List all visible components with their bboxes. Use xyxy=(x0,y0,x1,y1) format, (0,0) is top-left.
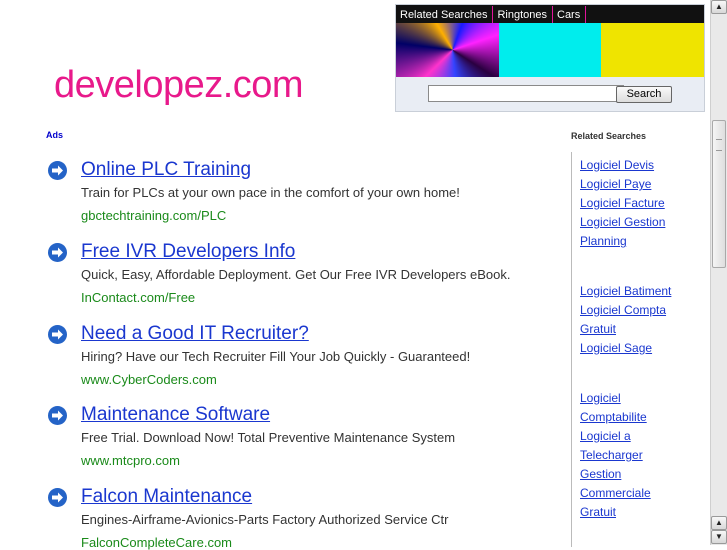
ad-title-link[interactable]: Online PLC Training xyxy=(81,159,251,181)
ad-description: Engines-Airframe-Avionics-Parts Factory … xyxy=(81,512,449,527)
related-link[interactable]: Logiciel Devis xyxy=(580,156,665,175)
site-logo[interactable]: developez.com xyxy=(54,64,304,107)
arrow-right-circle-icon[interactable] xyxy=(48,325,67,344)
related-link[interactable]: Logiciel a xyxy=(580,427,651,446)
related-link[interactable]: Logiciel Compta xyxy=(580,301,671,320)
related-link[interactable]: Gestion xyxy=(580,465,651,484)
related-link[interactable]: Gratuit xyxy=(580,320,671,339)
ad-description: Hiring? Have our Tech Recruiter Fill You… xyxy=(81,349,471,364)
related-link[interactable]: Logiciel Batiment xyxy=(580,282,671,301)
related-searches-title: Related Searches xyxy=(571,131,647,141)
arrow-up-icon[interactable]: ▲ xyxy=(711,516,727,530)
vertical-scrollbar[interactable]: ▲ ▲ ▼ xyxy=(710,0,727,545)
ad-url-link[interactable]: gbctechtraining.com/PLC xyxy=(81,208,226,223)
related-link[interactable]: Logiciel Facture xyxy=(580,194,665,213)
related-group-3: Logiciel Comptabilite Logiciel a Telecha… xyxy=(580,389,651,522)
ad-description: Free Trial. Download Now! Total Preventi… xyxy=(81,430,456,445)
arrow-down-icon[interactable]: ▼ xyxy=(711,530,727,544)
nav-cars[interactable]: Cars xyxy=(553,6,587,24)
ad-title-link[interactable]: Need a Good IT Recruiter? xyxy=(81,323,309,345)
top-search-box: Related Searches Ringtones Cars Search xyxy=(395,4,705,112)
related-link[interactable]: Logiciel Paye xyxy=(580,175,665,194)
nav-related-searches[interactable]: Related Searches xyxy=(396,6,494,24)
related-link[interactable]: Logiciel Gestion xyxy=(580,213,665,232)
arrow-right-circle-icon[interactable] xyxy=(48,488,67,507)
ad-url-link[interactable]: www.mtcpro.com xyxy=(81,453,180,468)
search-input[interactable] xyxy=(428,85,624,102)
scrollbar-thumb[interactable] xyxy=(712,120,726,268)
ad-description: Quick, Easy, Affordable Deployment. Get … xyxy=(81,267,511,282)
ad-url-link[interactable]: www.CyberCoders.com xyxy=(81,372,217,387)
related-link[interactable]: Logiciel xyxy=(580,389,651,408)
nav-ringtones[interactable]: Ringtones xyxy=(493,6,553,24)
ad-url-link[interactable]: FalconCompleteCare.com xyxy=(81,535,232,550)
related-link[interactable]: Planning xyxy=(580,232,665,251)
arrow-right-circle-icon[interactable] xyxy=(48,243,67,262)
banner-image-2[interactable] xyxy=(499,23,601,77)
top-nav: Related Searches Ringtones Cars xyxy=(396,5,704,24)
related-link[interactable]: Comptabilite xyxy=(580,408,651,427)
ad-title-link[interactable]: Free IVR Developers Info xyxy=(81,241,295,263)
arrow-right-circle-icon[interactable] xyxy=(48,161,67,180)
related-link[interactable]: Commerciale xyxy=(580,484,651,503)
banner-image-3[interactable] xyxy=(601,23,704,77)
arrow-up-icon[interactable]: ▲ xyxy=(711,0,727,14)
search-button[interactable]: Search xyxy=(616,86,672,103)
related-link[interactable]: Telecharger xyxy=(580,446,651,465)
ad-description: Train for PLCs at your own pace in the c… xyxy=(81,185,460,200)
related-group-1: Logiciel Devis Logiciel Paye Logiciel Fa… xyxy=(580,156,665,251)
related-link[interactable]: Logiciel Sage xyxy=(580,339,671,358)
arrow-right-circle-icon[interactable] xyxy=(48,406,67,425)
banner-image-1[interactable] xyxy=(396,23,499,77)
ad-title-link[interactable]: Falcon Maintenance xyxy=(81,486,252,508)
related-searches-divider xyxy=(571,152,572,547)
ad-url-link[interactable]: InContact.com/Free xyxy=(81,290,195,305)
related-group-2: Logiciel Batiment Logiciel Compta Gratui… xyxy=(580,282,671,358)
ad-title-link[interactable]: Maintenance Software xyxy=(81,404,270,426)
related-link[interactable]: Gratuit xyxy=(580,503,651,522)
ads-label: Ads xyxy=(46,130,64,140)
grip-icon xyxy=(716,139,722,151)
